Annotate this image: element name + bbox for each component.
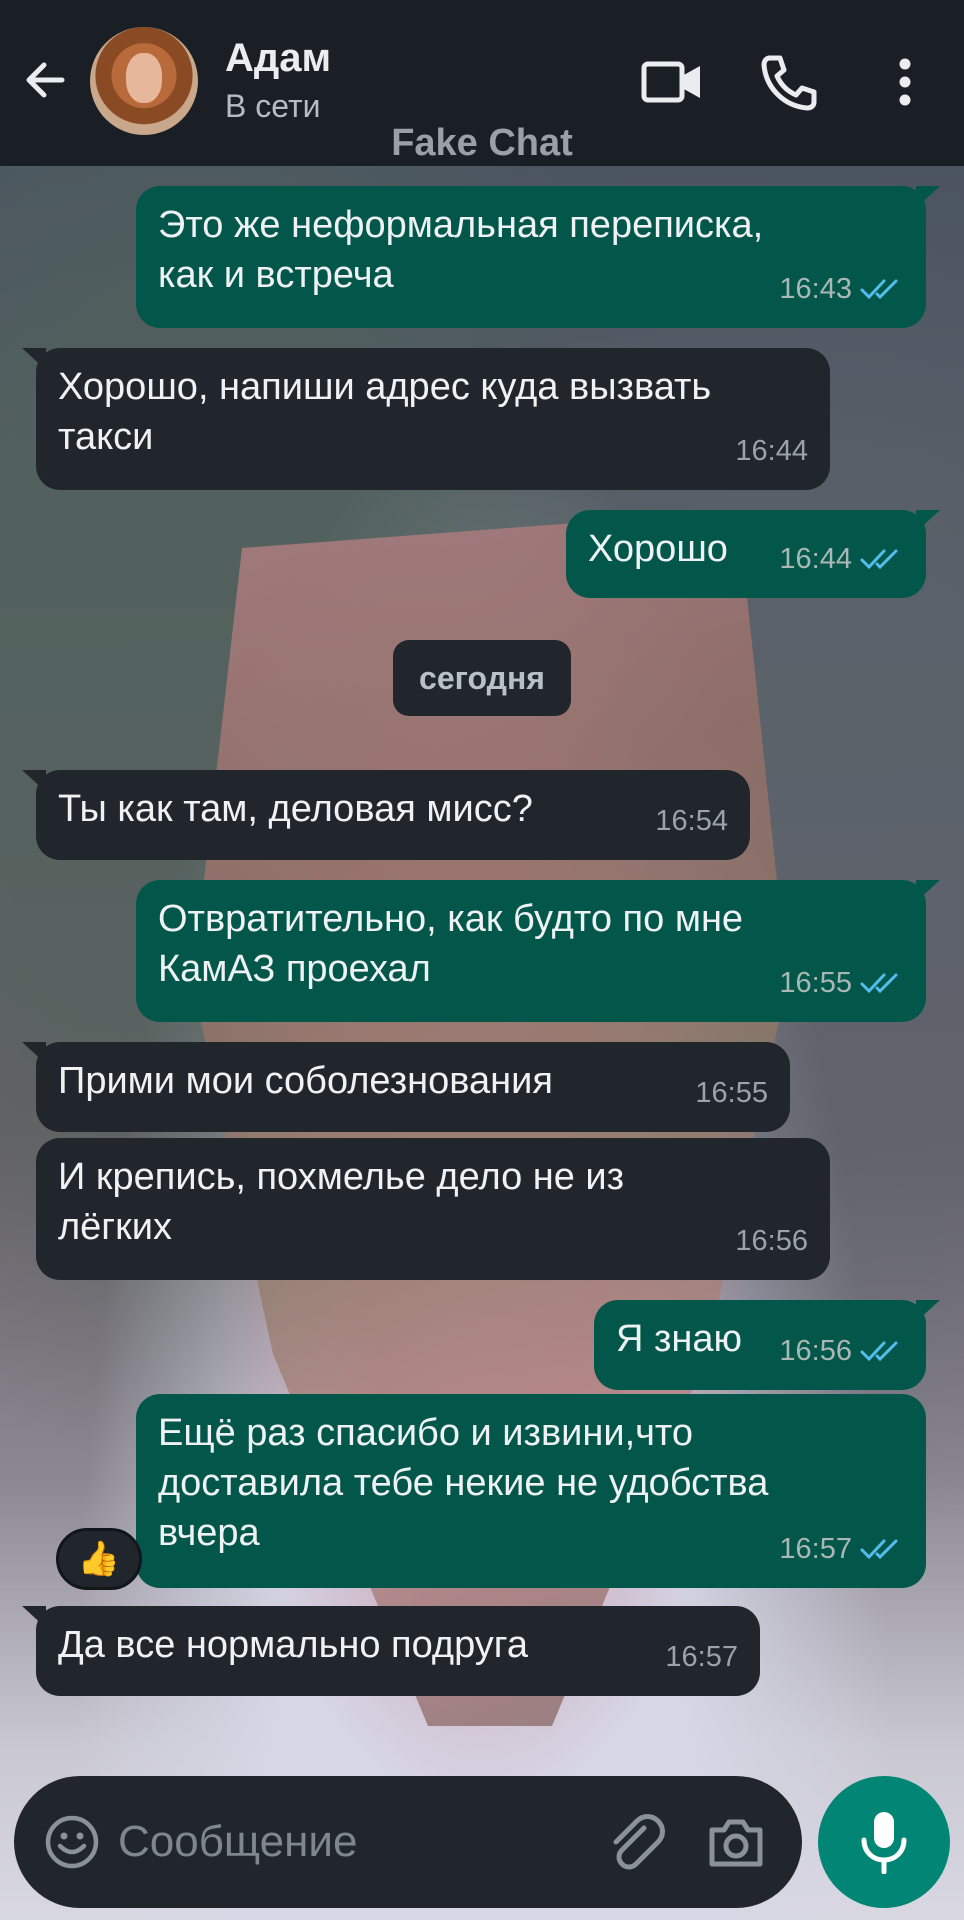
message-time: 16:56: [735, 1225, 808, 1257]
emoji-icon[interactable]: [44, 1814, 100, 1870]
thumbs-up-reaction[interactable]: 👍: [56, 1528, 142, 1590]
voice-record-button[interactable]: [818, 1776, 950, 1908]
message-time: 16:57: [779, 1533, 852, 1565]
message-time: 16:55: [695, 1077, 768, 1109]
double-check-icon: [860, 549, 898, 570]
message-time: 16:43: [779, 273, 852, 305]
double-check-icon: [860, 1341, 898, 1362]
message-bubble-outgoing[interactable]: Я знаю 16:56: [594, 1300, 940, 1390]
avatar[interactable]: [90, 27, 198, 135]
message-bubble-outgoing[interactable]: Отвратительно, как будто по мне КамАЗ пр…: [136, 880, 940, 1022]
message-composer: [14, 1776, 802, 1908]
contact-name[interactable]: Адам: [225, 36, 331, 81]
message-bubble-outgoing[interactable]: Хорошо 16:44: [566, 510, 940, 598]
message-time: 16:44: [735, 435, 808, 467]
message-bubble-outgoing[interactable]: Это же неформальная переписка, как и вст…: [136, 186, 940, 328]
contact-status: В сети: [225, 88, 321, 124]
video-call-icon[interactable]: [640, 52, 704, 112]
message-bubble-incoming[interactable]: И крепись, похмелье дело не из лёгких 16…: [36, 1138, 830, 1280]
message-bubble-incoming[interactable]: Да все нормально подруга 16:57: [22, 1606, 760, 1696]
back-arrow-icon[interactable]: [18, 52, 74, 108]
message-time: 16:54: [655, 805, 728, 837]
message-input[interactable]: [118, 1810, 578, 1874]
fake-chat-watermark: Fake Chat: [391, 122, 573, 164]
message-text: И крепись, похмелье дело не из лёгких: [58, 1156, 625, 1248]
date-separator: сегодня: [393, 640, 571, 716]
message-list: Это же неформальная переписка, как и вст…: [0, 166, 964, 1766]
phone-icon[interactable]: [756, 52, 820, 112]
message-bubble-incoming[interactable]: Ты как там, деловая мисс? 16:54: [22, 770, 750, 860]
more-vert-icon[interactable]: [878, 52, 932, 112]
double-check-icon: [860, 1539, 898, 1560]
double-check-icon: [860, 279, 898, 300]
message-bubble-outgoing[interactable]: Ещё раз спасибо и извини,что доставила т…: [136, 1394, 926, 1588]
message-text: Да все нормально подруга: [58, 1624, 528, 1666]
message-time: 16:44: [779, 543, 852, 575]
message-text: Прими мои соболезнования: [58, 1060, 553, 1102]
message-text: Хорошо, напиши адрес куда вызвать такси: [58, 366, 712, 458]
message-time: 16:56: [779, 1335, 852, 1367]
message-bubble-incoming[interactable]: Хорошо, напиши адрес куда вызвать такси …: [22, 348, 830, 490]
message-text: Ты как там, деловая мисс?: [58, 788, 533, 830]
double-check-icon: [860, 973, 898, 994]
camera-icon[interactable]: [706, 1814, 766, 1870]
message-time: 16:57: [665, 1641, 738, 1673]
message-time: 16:55: [779, 967, 852, 999]
message-bubble-incoming[interactable]: Прими мои соболезнования 16:55: [22, 1042, 790, 1132]
attach-icon[interactable]: [604, 1812, 666, 1874]
mic-icon: [861, 1812, 907, 1874]
